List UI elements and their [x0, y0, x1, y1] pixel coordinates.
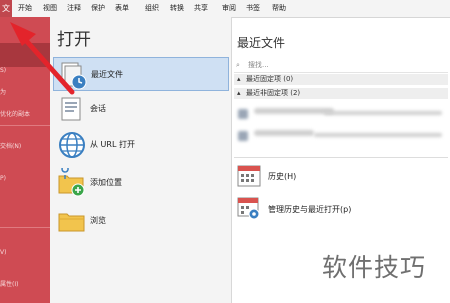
menu-form[interactable]: 表单	[115, 0, 129, 17]
file-path-blurred	[324, 111, 442, 115]
menu-comment[interactable]: 注释	[67, 0, 81, 17]
open-option-label: 浏览	[90, 216, 106, 225]
search-input[interactable]: 搜找...	[248, 58, 269, 72]
backstage-item-document[interactable]: 交档(N)	[0, 141, 50, 150]
unpinned-group-header[interactable]: ▴ 最近非固定项 (2)	[234, 88, 448, 99]
watermark-text: 软件技巧	[322, 253, 427, 282]
menu-home[interactable]: 开始	[18, 0, 32, 17]
menu-help[interactable]: 帮助	[272, 0, 286, 17]
backstage-item-v[interactable]: V)	[0, 249, 50, 256]
recent-files-title: 最近文件	[237, 36, 286, 50]
pinned-group-label: 最近固定项 (0)	[246, 75, 294, 83]
open-option-url[interactable]: 从 URL 打开	[53, 128, 229, 162]
backstage-divider	[0, 227, 50, 228]
watermark: 软件技巧	[318, 238, 450, 300]
file-name-blurred	[254, 108, 334, 114]
chevron-up-icon: ▴	[237, 89, 241, 97]
open-option-label: 最近文件	[91, 70, 123, 79]
open-option-label: 添加位置	[90, 178, 122, 187]
menu-organize[interactable]: 组织	[145, 0, 159, 17]
menu-review[interactable]: 审阅	[222, 0, 236, 17]
file-tab[interactable]: 文	[0, 0, 12, 17]
backstage-item-print[interactable]: P)	[0, 175, 50, 182]
browse-folder-icon	[57, 206, 87, 236]
menu-bookmark[interactable]: 书签	[246, 0, 260, 17]
recent-divider	[234, 157, 448, 158]
menu-view[interactable]: 视图	[43, 0, 57, 17]
pdf-file-icon	[238, 131, 248, 141]
menu-bar: 文 开始 视图 注释 保护 表单 组织 转换 共享 审阅 书签 帮助	[0, 0, 450, 18]
file-path-blurred	[314, 133, 442, 137]
add-location-folder-icon	[57, 165, 87, 198]
menu-share[interactable]: 共享	[194, 0, 208, 17]
recent-file-row[interactable]	[234, 106, 448, 122]
backstage-item-properties[interactable]: 属性(I)	[0, 279, 50, 288]
open-panel-title: 打开	[57, 30, 91, 50]
session-icon	[57, 94, 87, 124]
open-option-browse[interactable]: 浏览	[53, 204, 229, 238]
calendar-history-icon	[236, 162, 262, 188]
open-option-label: 从 URL 打开	[90, 140, 135, 149]
backstage-item-save[interactable]: S)	[0, 67, 50, 74]
recent-files-icon	[58, 60, 88, 90]
pinned-group-header[interactable]: ▴ 最近固定项 (0)	[234, 74, 448, 85]
unpinned-group-label: 最近非固定项 (2)	[246, 89, 301, 97]
menu-protect[interactable]: 保护	[91, 0, 105, 17]
backstage-divider	[0, 125, 50, 126]
backstage-item-optimized-copy[interactable]: 优化的副本	[0, 109, 50, 118]
manage-history-label: 管理历史与最近打开(p)	[268, 205, 352, 214]
open-option-session[interactable]: 会话	[53, 92, 229, 126]
history-label: 历史(H)	[268, 172, 297, 181]
recent-search[interactable]: ⌕ 搜找...	[234, 58, 448, 73]
calendar-gear-icon	[236, 195, 262, 221]
backstage-selected-item[interactable]	[0, 43, 50, 67]
recent-file-row[interactable]	[234, 128, 448, 144]
file-name-blurred	[254, 130, 314, 136]
globe-url-icon	[57, 130, 87, 160]
open-option-recent-files[interactable]: 最近文件	[53, 57, 229, 91]
backstage-item-save-as[interactable]: 为	[0, 87, 50, 96]
chevron-up-icon: ▴	[237, 75, 241, 83]
menu-convert[interactable]: 转换	[170, 0, 184, 17]
open-option-add-location[interactable]: 添加位置	[53, 165, 229, 200]
search-icon: ⌕	[236, 61, 240, 69]
pdf-file-icon	[238, 109, 248, 119]
backstage-nav: S) 为 优化的副本 交档(N) P) V) 属性(I)	[0, 17, 50, 303]
open-option-label: 会话	[90, 104, 106, 113]
